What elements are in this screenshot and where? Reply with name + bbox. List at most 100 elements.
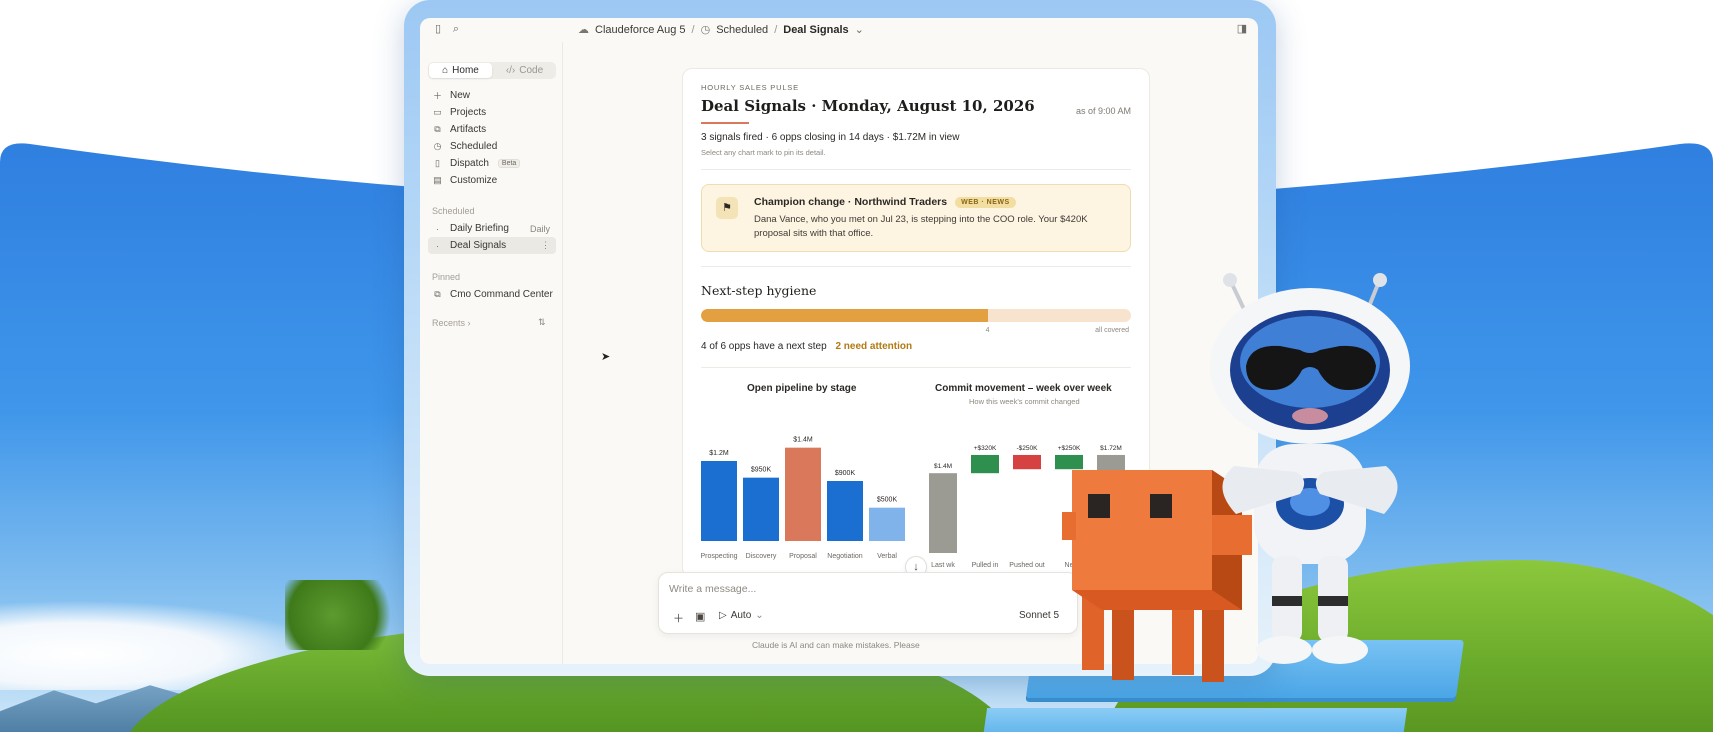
bar-discovery[interactable] [743, 477, 779, 541]
category-label: Proposal [789, 553, 817, 560]
bar-value-label: +$320K [974, 445, 997, 452]
category-label: Pulled in [972, 562, 999, 569]
category-label: Negotiation [827, 553, 863, 560]
bar-value-label: $900K [835, 470, 856, 477]
breadcrumb-current[interactable]: Deal Signals [783, 24, 848, 36]
hygiene-marker-label: 4 [985, 327, 990, 334]
tab-code[interactable]: ‹/› Code [493, 62, 556, 79]
add-attachment-icon[interactable]: ＋ [673, 610, 684, 626]
as-of-timestamp: as of 9:00 AM [1075, 106, 1131, 116]
bar-negotiation[interactable] [827, 481, 863, 541]
category-label: Pushed out [1009, 562, 1044, 569]
chart-title-pipeline: Open pipeline by stage [747, 383, 857, 394]
more-options-icon[interactable]: ⋮ [541, 240, 550, 251]
artifacts-icon: ⧉ [434, 124, 441, 134]
tree-decoration [285, 580, 405, 650]
disclaimer-text: Claude is AI and can make mistakes. Plea… [752, 640, 920, 650]
alert-title: Champion change · Northwind Traders WEB … [754, 196, 1016, 208]
primary-nav: ＋ New ▭ Projects ⧉ Artifacts ◷ Scheduled… [428, 87, 556, 189]
sidebar-item-artifacts[interactable]: ⧉ Artifacts [428, 121, 556, 138]
sidebar: ⌂ Home ‹/› Code ＋ New ▭ Projects ⧉ Artif… [420, 42, 563, 664]
section-label-scheduled: Scheduled [432, 206, 475, 216]
clock-icon: ◷ [700, 24, 711, 36]
alert-title-text: Champion change · Northwind Traders [754, 196, 948, 208]
astronaut-robot-illustration [1210, 273, 1410, 664]
dot-icon: · [436, 223, 439, 234]
waterfall-bar[interactable] [929, 473, 957, 553]
plus-icon: ＋ [432, 91, 442, 101]
signal-alert[interactable]: ⚑ Champion change · Northwind Traders WE… [701, 184, 1131, 252]
bar-value-label: -$250K [1017, 445, 1039, 452]
artifacts-icon: ⧉ [434, 289, 441, 299]
attention-link[interactable]: 2 need attention [835, 341, 912, 352]
sidebar-item-label: New [450, 90, 471, 101]
alert-body: Dana Vance, who you met on Jul 23, is st… [754, 214, 1088, 239]
bar-verbal[interactable] [869, 507, 905, 541]
briefcase-icon: ▤ [433, 175, 442, 185]
category-label: Prospecting [701, 553, 738, 560]
clock-icon: ◷ [433, 141, 442, 151]
scheduled-list: · Daily Briefing Daily · Deal Signals ⋮ [428, 220, 556, 254]
divider [701, 367, 1131, 368]
sidebar-item-dispatch[interactable]: ▯ Dispatch Beta [428, 155, 556, 172]
breadcrumb-workspace[interactable]: Claudeforce Aug 5 [595, 24, 686, 36]
waterfall-bar[interactable] [1013, 454, 1041, 470]
divider [701, 169, 1131, 170]
sidebar-item-daily-briefing[interactable]: · Daily Briefing Daily [428, 220, 556, 237]
report-summary: 3 signals fired · 6 opps closing in 14 d… [701, 132, 960, 143]
dispatch-icon: ▯ [435, 158, 440, 168]
sidebar-toggle-icon[interactable]: ▯ [432, 23, 444, 35]
report-title: Deal Signals · Monday, August 10, 2026 [701, 97, 1035, 115]
bar-prospecting[interactable] [701, 461, 737, 541]
folder-icon[interactable]: ▣ [695, 610, 705, 623]
sidebar-item-label: Customize [450, 175, 498, 186]
message-input[interactable] [669, 583, 969, 595]
bar-value-label: $1.72M [1100, 445, 1122, 452]
sidebar-item-new[interactable]: ＋ New [428, 87, 556, 104]
sidebar-item-deal-signals[interactable]: · Deal Signals ⋮ [428, 237, 556, 254]
sidebar-item-customize[interactable]: ▤ Customize [428, 172, 556, 189]
bar-value-label: $950K [751, 467, 772, 474]
category-label: Verbal [877, 553, 897, 560]
breadcrumb-separator: / [691, 23, 695, 36]
hygiene-end-label: all covered [1095, 327, 1129, 334]
sidebar-item-label: Deal Signals [450, 240, 507, 251]
bar-proposal[interactable] [785, 447, 821, 541]
waterfall-bar[interactable] [971, 454, 999, 474]
mode-selector[interactable]: ▷ Auto ⌄ [719, 610, 764, 621]
tab-home[interactable]: ⌂ Home [429, 63, 492, 78]
panel-toggle-icon[interactable]: ◨ [1236, 23, 1248, 35]
hygiene-progress-bar [701, 309, 1131, 322]
bar-value-label: $500K [877, 497, 898, 504]
chevron-down-icon[interactable]: ⌄ [855, 23, 864, 36]
flag-icon: ⚑ [716, 197, 738, 219]
mode-icon: ▷ [719, 610, 727, 621]
hygiene-summary: 4 of 6 opps have a next step 2 need atte… [701, 341, 912, 352]
breadcrumb-section[interactable]: Scheduled [716, 24, 768, 36]
search-icon[interactable]: ⌕ [450, 23, 462, 35]
divider [701, 266, 1131, 267]
hygiene-progress-fill [701, 309, 988, 322]
tab-code-label: Code [519, 65, 544, 76]
sidebar-item-projects[interactable]: ▭ Projects [428, 104, 556, 121]
mode-switcher: ⌂ Home ‹/› Code [428, 62, 556, 79]
sidebar-item-label: Scheduled [450, 141, 498, 152]
sidebar-item-label: Projects [450, 107, 487, 118]
message-composer: ＋ ▣ ▷ Auto ⌄ Sonnet 5 [658, 572, 1078, 634]
sidebar-item-cmo-command-center[interactable]: ⧉ Cmo Command Center [428, 286, 556, 303]
bar-value-label: $1.4M [934, 463, 952, 470]
sidebar-item-label: Artifacts [450, 124, 487, 135]
home-icon: ⌂ [442, 65, 449, 76]
bar-value-label: $1.4M [793, 437, 813, 444]
section-label-recents[interactable]: Recents › [432, 318, 471, 328]
breadcrumb-separator: / [774, 23, 778, 36]
frequency-label: Daily [529, 223, 550, 234]
hygiene-heading: Next-step hygiene [701, 283, 817, 298]
breadcrumb: ☁ Claudeforce Aug 5 / ◷ Scheduled / Deal… [578, 23, 864, 37]
hygiene-summary-text: 4 of 6 opps have a next step [701, 341, 827, 352]
sidebar-item-scheduled[interactable]: ◷ Scheduled [428, 138, 556, 155]
chevron-down-icon: ⌄ [755, 610, 764, 621]
sort-icon[interactable]: ⇅ [538, 317, 546, 328]
report-eyebrow: HOURLY SALES PULSE [701, 83, 799, 92]
model-selector[interactable]: Sonnet 5 [1019, 610, 1059, 621]
